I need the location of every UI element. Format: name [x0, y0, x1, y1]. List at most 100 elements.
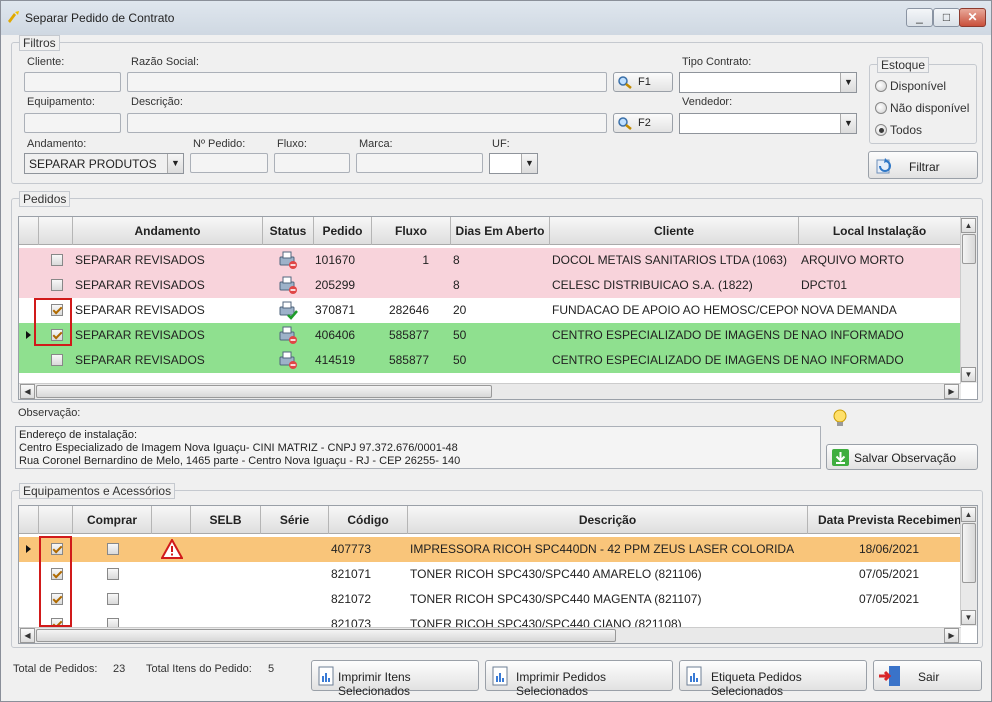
- scroll-up-icon[interactable]: ▲: [961, 507, 976, 522]
- descricao-input[interactable]: [127, 113, 607, 133]
- andamento-select[interactable]: SEPARAR PRODUTOS ▼: [24, 153, 184, 174]
- header-descricao[interactable]: Descrição: [408, 506, 808, 534]
- pedidos-vscroll[interactable]: ▲ ▼: [960, 217, 977, 383]
- highlight-box-pedidos: [34, 298, 72, 346]
- equipamento-input[interactable]: [24, 113, 121, 133]
- hscroll-thumb[interactable]: [36, 629, 616, 642]
- cell-dias: 8: [453, 253, 460, 267]
- equipamentos-vscroll[interactable]: ▲ ▼: [960, 506, 977, 626]
- vendedor-label: Vendedor:: [682, 96, 733, 108]
- scroll-thumb[interactable]: [962, 234, 976, 264]
- printer-ok-icon: [279, 301, 298, 320]
- header-selb[interactable]: SELB: [191, 506, 261, 534]
- scroll-left-icon[interactable]: ◀: [20, 384, 35, 399]
- chevron-down-icon: ▼: [840, 114, 856, 133]
- cell-fluxo: 585877: [388, 328, 429, 342]
- equipamento-row[interactable]: 407773 IMPRESSORA RICOH SPC440DN - 42 PPM…: [19, 537, 961, 562]
- header-andamento[interactable]: Andamento: [73, 217, 263, 245]
- imprimir-pedidos-button[interactable]: Imprimir Pedidos Selecionados: [485, 660, 673, 698]
- row-checkbox[interactable]: [51, 254, 63, 266]
- minimize-button[interactable]: _: [906, 8, 933, 27]
- equipamento-row[interactable]: 821072 TONER RICOH SPC430/SPC440 MAGENTA …: [19, 587, 961, 612]
- vendedor-select[interactable]: ▼: [679, 113, 857, 134]
- header-check[interactable]: [39, 506, 73, 534]
- header-fluxo[interactable]: Fluxo: [372, 217, 451, 245]
- radio-disponivel[interactable]: [875, 80, 887, 92]
- cell-andamento: SEPARAR REVISADOS: [75, 328, 205, 342]
- refresh-icon: [876, 158, 891, 174]
- cell-local: NAO INFORMADO: [801, 353, 904, 367]
- imprimir-itens-button[interactable]: Imprimir Itens Selecionados: [311, 660, 479, 698]
- equipamentos-hscroll[interactable]: ◀ ▶: [19, 627, 961, 643]
- header-check[interactable]: [39, 217, 73, 245]
- main-window: Separar Pedido de Contrato _ □ ✕ Filtros…: [0, 0, 992, 702]
- uf-select[interactable]: ▼: [489, 153, 538, 174]
- scroll-right-icon[interactable]: ▶: [944, 628, 959, 643]
- estoque-legend: Estoque: [877, 57, 930, 73]
- close-button[interactable]: ✕: [959, 8, 986, 27]
- hscroll-thumb[interactable]: [36, 385, 492, 398]
- tipo-contrato-select[interactable]: ▼: [679, 72, 857, 93]
- header-serie[interactable]: Série: [261, 506, 329, 534]
- filtrar-button[interactable]: Filtrar: [868, 151, 978, 179]
- cell-pedido: 406406: [315, 328, 356, 342]
- header-cliente[interactable]: Cliente: [550, 217, 799, 245]
- pedido-row[interactable]: SEPARAR REVISADOS 370871 282646 20 FUNDACAO …: [19, 298, 961, 323]
- comprar-checkbox[interactable]: [107, 543, 119, 555]
- observacao-textarea[interactable]: Endereço de instalação: Centro Especiali…: [15, 426, 821, 469]
- header-data-prevista[interactable]: Data Prevista Recebimento: [808, 506, 961, 534]
- observacao-line-2: Centro Especializado de Imagem Nova Igua…: [19, 442, 458, 454]
- scroll-down-icon[interactable]: ▼: [961, 367, 976, 382]
- comprar-checkbox[interactable]: [107, 568, 119, 580]
- header-comprar[interactable]: Comprar: [73, 506, 152, 534]
- marca-label: Marca:: [359, 138, 393, 150]
- f1-search-button[interactable]: F1: [613, 72, 673, 92]
- equipamentos-grid: Comprar SELB Série Código Descrição Data…: [18, 505, 978, 644]
- cell-fluxo: 1: [422, 253, 429, 267]
- title-bar: Separar Pedido de Contrato _ □ ✕: [1, 1, 991, 35]
- chevron-down-icon: ▼: [840, 73, 856, 92]
- sair-button[interactable]: Sair: [873, 660, 982, 691]
- f2-search-button[interactable]: F2: [613, 113, 673, 133]
- scroll-thumb[interactable]: [962, 523, 976, 583]
- scroll-left-icon[interactable]: ◀: [20, 628, 35, 643]
- cell-dias: 50: [453, 353, 467, 367]
- radio-nao-disponivel-label: Não disponível: [890, 101, 970, 115]
- fluxo-input[interactable]: [274, 153, 350, 173]
- header-dias[interactable]: Dias Em Aberto: [451, 217, 550, 245]
- pedidos-hscroll[interactable]: ◀ ▶: [19, 383, 961, 399]
- npedido-input[interactable]: [190, 153, 268, 173]
- maximize-button[interactable]: □: [933, 8, 960, 27]
- marca-input[interactable]: [356, 153, 483, 173]
- chevron-down-icon: ▼: [521, 154, 537, 173]
- header-pedido[interactable]: Pedido: [314, 217, 372, 245]
- row-checkbox[interactable]: [51, 354, 63, 366]
- cliente-input[interactable]: [24, 72, 121, 92]
- header-status[interactable]: Status: [263, 217, 314, 245]
- pedido-row[interactable]: SEPARAR REVISADOS 414519 585877 50 CENTRO ES…: [19, 348, 961, 373]
- filtrar-label: Filtrar: [909, 160, 940, 174]
- etiqueta-pedidos-button[interactable]: Etiqueta Pedidos Selecionados: [679, 660, 867, 698]
- radio-nao-disponivel[interactable]: [875, 102, 887, 114]
- scroll-up-icon[interactable]: ▲: [961, 218, 976, 233]
- comprar-checkbox[interactable]: [107, 593, 119, 605]
- cell-andamento: SEPARAR REVISADOS: [75, 253, 205, 267]
- header-warn[interactable]: [152, 506, 191, 534]
- header-codigo[interactable]: Código: [329, 506, 408, 534]
- lightbulb-icon: [833, 409, 847, 426]
- pedido-row[interactable]: SEPARAR REVISADOS 101670 1 8 DOCOL METAIS SA…: [19, 248, 961, 273]
- pedido-row[interactable]: SEPARAR REVISADOS 205299 8 CELESC DISTRIBUI…: [19, 273, 961, 298]
- equipamento-row[interactable]: 821071 TONER RICOH SPC430/SPC440 AMARELO …: [19, 562, 961, 587]
- uf-label: UF:: [492, 138, 510, 150]
- scroll-right-icon[interactable]: ▶: [944, 384, 959, 399]
- imprimir-itens-label: Imprimir Itens Selecionados: [338, 670, 411, 698]
- printer-pending-icon: [279, 276, 297, 294]
- salvar-observacao-button[interactable]: Salvar Observação: [826, 444, 978, 470]
- header-local[interactable]: Local Instalação: [799, 217, 961, 245]
- scroll-down-icon[interactable]: ▼: [961, 610, 976, 625]
- row-checkbox[interactable]: [51, 279, 63, 291]
- radio-todos[interactable]: [875, 124, 887, 136]
- printer-pending-icon: [279, 351, 297, 369]
- razao-social-input[interactable]: [127, 72, 607, 92]
- pedido-row[interactable]: SEPARAR REVISADOS 406406 585877 50 CENTRO ES…: [19, 323, 961, 348]
